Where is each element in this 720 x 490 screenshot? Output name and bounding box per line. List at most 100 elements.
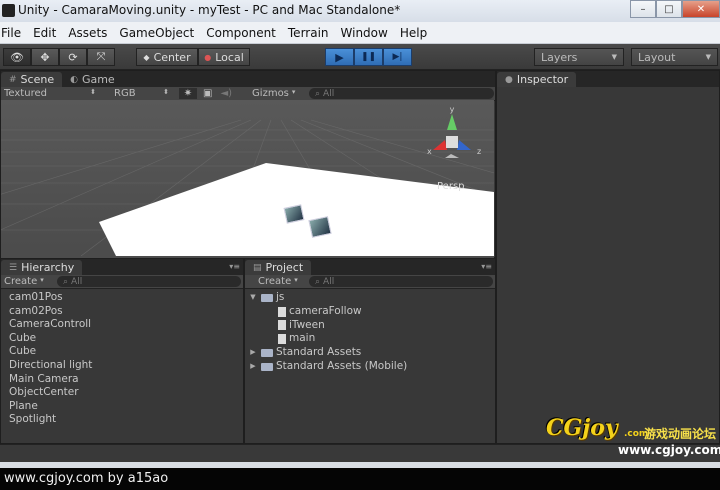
pivot-local-label: Local [215, 50, 244, 64]
scene-toolbar: Textured ⬍ RGB ⬍ ✷ ▣ ◄) Gizmos ▾ ⌕ All [1, 87, 495, 101]
maximize-button[interactable]: □ [656, 0, 682, 18]
menu-gameobject[interactable]: GameObject [113, 26, 200, 40]
hierarchy-toolbar: Create ▾ ⌕ All [1, 275, 243, 289]
hierarchy-item[interactable]: Cube [1, 345, 243, 359]
minimize-button[interactable]: – [630, 0, 656, 18]
color-mode-dropdown[interactable]: RGB ⬍ [114, 88, 169, 99]
menu-assets[interactable]: Assets [62, 26, 113, 40]
hand-tool-button[interactable]: 👁 [3, 48, 31, 66]
step-button[interactable]: ▶| [383, 48, 412, 66]
audio-toggle[interactable]: ◄) [220, 88, 232, 99]
hierarchy-item[interactable]: CameraControll [1, 318, 243, 332]
pivot-center-button[interactable]: ◆ Center [136, 48, 198, 66]
tab-project-label: Project [265, 261, 304, 274]
close-button[interactable]: ✕ [682, 0, 720, 18]
tree-item-label: Standard Assets (Mobile) [276, 359, 408, 372]
hierarchy-search-placeholder: All [71, 276, 83, 287]
folder-icon: ▤ [253, 262, 262, 273]
hierarchy-item[interactable]: Directional light [1, 359, 243, 373]
tab-hierarchy[interactable]: ☰ Hierarchy [1, 260, 83, 275]
search-icon: ⌕ [63, 276, 69, 287]
sun-icon: ✷ [183, 88, 193, 99]
gizmos-dropdown[interactable]: Gizmos ▾ [252, 88, 295, 99]
axis-y-label: y [450, 106, 455, 114]
pivot-icon: ◆ [143, 52, 150, 62]
tree-item-script[interactable]: main [248, 332, 495, 346]
project-search-input[interactable]: ⌕ All [309, 276, 493, 287]
tree-item-label: iTween [289, 318, 325, 331]
folder-icon [261, 349, 273, 358]
tree-item-label: cameraFollow [289, 304, 362, 317]
expanded-arrow-icon[interactable]: ▼ [248, 291, 258, 305]
hierarchy-item[interactable]: Main Camera [1, 373, 243, 387]
list-icon: ☰ [9, 262, 18, 273]
menu-edit[interactable]: Edit [27, 26, 62, 40]
menu-help[interactable]: Help [394, 26, 433, 40]
hierarchy-item[interactable]: Cube [1, 332, 243, 346]
hierarchy-item[interactable]: Spotlight [1, 413, 243, 427]
panel-menu-icon[interactable]: ▾≡ [229, 262, 240, 271]
script-file-icon [278, 320, 286, 331]
scene-search-input[interactable]: ⌕ All [309, 88, 494, 99]
orientation-gizmo[interactable]: y x z [421, 106, 489, 170]
pivot-center-label: Center [153, 50, 191, 64]
hierarchy-create-button[interactable]: Create ▾ [4, 276, 44, 287]
persp-label[interactable]: Persp [437, 181, 465, 192]
main-toolbar: 👁 ✥ ⟳ ⤧ ◆ Center ● Local ▶ ❚❚ ▶| Layers … [0, 44, 720, 70]
gizmos-label: Gizmos [252, 88, 289, 99]
tree-item-folder[interactable]: ▶ Standard Assets (Mobile) [248, 360, 495, 374]
panel-menu-icon[interactable]: ▾≡ [481, 262, 492, 271]
unity-logo-icon [2, 4, 15, 17]
layout-dropdown[interactable]: Layout ▼ [631, 48, 718, 66]
project-create-button[interactable]: Create ▾ [258, 276, 298, 287]
layers-dropdown[interactable]: Layers ▼ [534, 48, 624, 66]
pivot-local-button[interactable]: ● Local [198, 48, 250, 66]
hierarchy-item[interactable]: ObjectCenter [1, 386, 243, 400]
lighting-toggle[interactable]: ✷ [179, 88, 197, 99]
chevron-down-icon: ▼ [611, 53, 617, 61]
menu-window[interactable]: Window [335, 26, 394, 40]
rotate-tool-button[interactable]: ⟳ [59, 48, 87, 66]
playback-controls: ▶ ❚❚ ▶| [325, 48, 412, 66]
watermark-url: www.cgjoy.com [618, 443, 720, 457]
tree-item-script[interactable]: iTween [248, 319, 495, 333]
hierarchy-item[interactable]: Plane [1, 400, 243, 414]
grid-icon: # [9, 74, 17, 85]
tab-inspector-label: Inspector [516, 73, 569, 86]
search-icon: ⌕ [315, 88, 321, 99]
hierarchy-search-input[interactable]: ⌕ All [57, 276, 241, 287]
tree-item-label: js [276, 291, 285, 303]
transform-tools: 👁 ✥ ⟳ ⤧ [3, 48, 115, 66]
inspector-tabbar: ● Inspector [497, 71, 719, 87]
project-tabbar: ▤ Project ▾≡ [245, 259, 495, 275]
hierarchy-item[interactable]: cam01Pos [1, 291, 243, 305]
tab-inspector[interactable]: ● Inspector [497, 72, 577, 87]
move-tool-button[interactable]: ✥ [31, 48, 59, 66]
tab-hierarchy-label: Hierarchy [21, 261, 75, 274]
tab-project[interactable]: ▤ Project [245, 260, 312, 275]
tree-item-folder[interactable]: ▶ Standard Assets [248, 346, 495, 360]
create-label: Create [4, 276, 38, 287]
image-toggle[interactable]: ▣ [203, 88, 212, 99]
hierarchy-item[interactable]: cam02Pos [1, 305, 243, 319]
menu-component[interactable]: Component [200, 26, 282, 40]
layers-label: Layers [541, 50, 578, 64]
tree-item-folder[interactable]: ▼ js [248, 291, 495, 305]
play-icon: ▶ [335, 50, 344, 64]
create-label: Create [258, 276, 292, 287]
menu-file[interactable]: File [0, 26, 27, 40]
menu-terrain[interactable]: Terrain [282, 26, 335, 40]
tree-item-script[interactable]: cameraFollow [248, 305, 495, 319]
layers-dropdown-wrap: Layers ▼ [534, 48, 624, 66]
pause-button[interactable]: ❚❚ [354, 48, 383, 66]
play-button[interactable]: ▶ [325, 48, 354, 66]
tab-scene[interactable]: # Scene [1, 72, 63, 87]
project-search-placeholder: All [323, 276, 335, 287]
tab-game[interactable]: ◐ Game [62, 72, 123, 87]
menu-bar: File Edit Assets GameObject Component Te… [0, 22, 720, 44]
watermark-chinese: 游戏动画论坛 [644, 427, 717, 441]
scale-tool-button[interactable]: ⤧ [87, 48, 115, 66]
collapsed-arrow-icon[interactable]: ▶ [248, 360, 258, 374]
render-mode-dropdown[interactable]: Textured ⬍ [4, 88, 96, 99]
collapsed-arrow-icon[interactable]: ▶ [248, 346, 258, 360]
